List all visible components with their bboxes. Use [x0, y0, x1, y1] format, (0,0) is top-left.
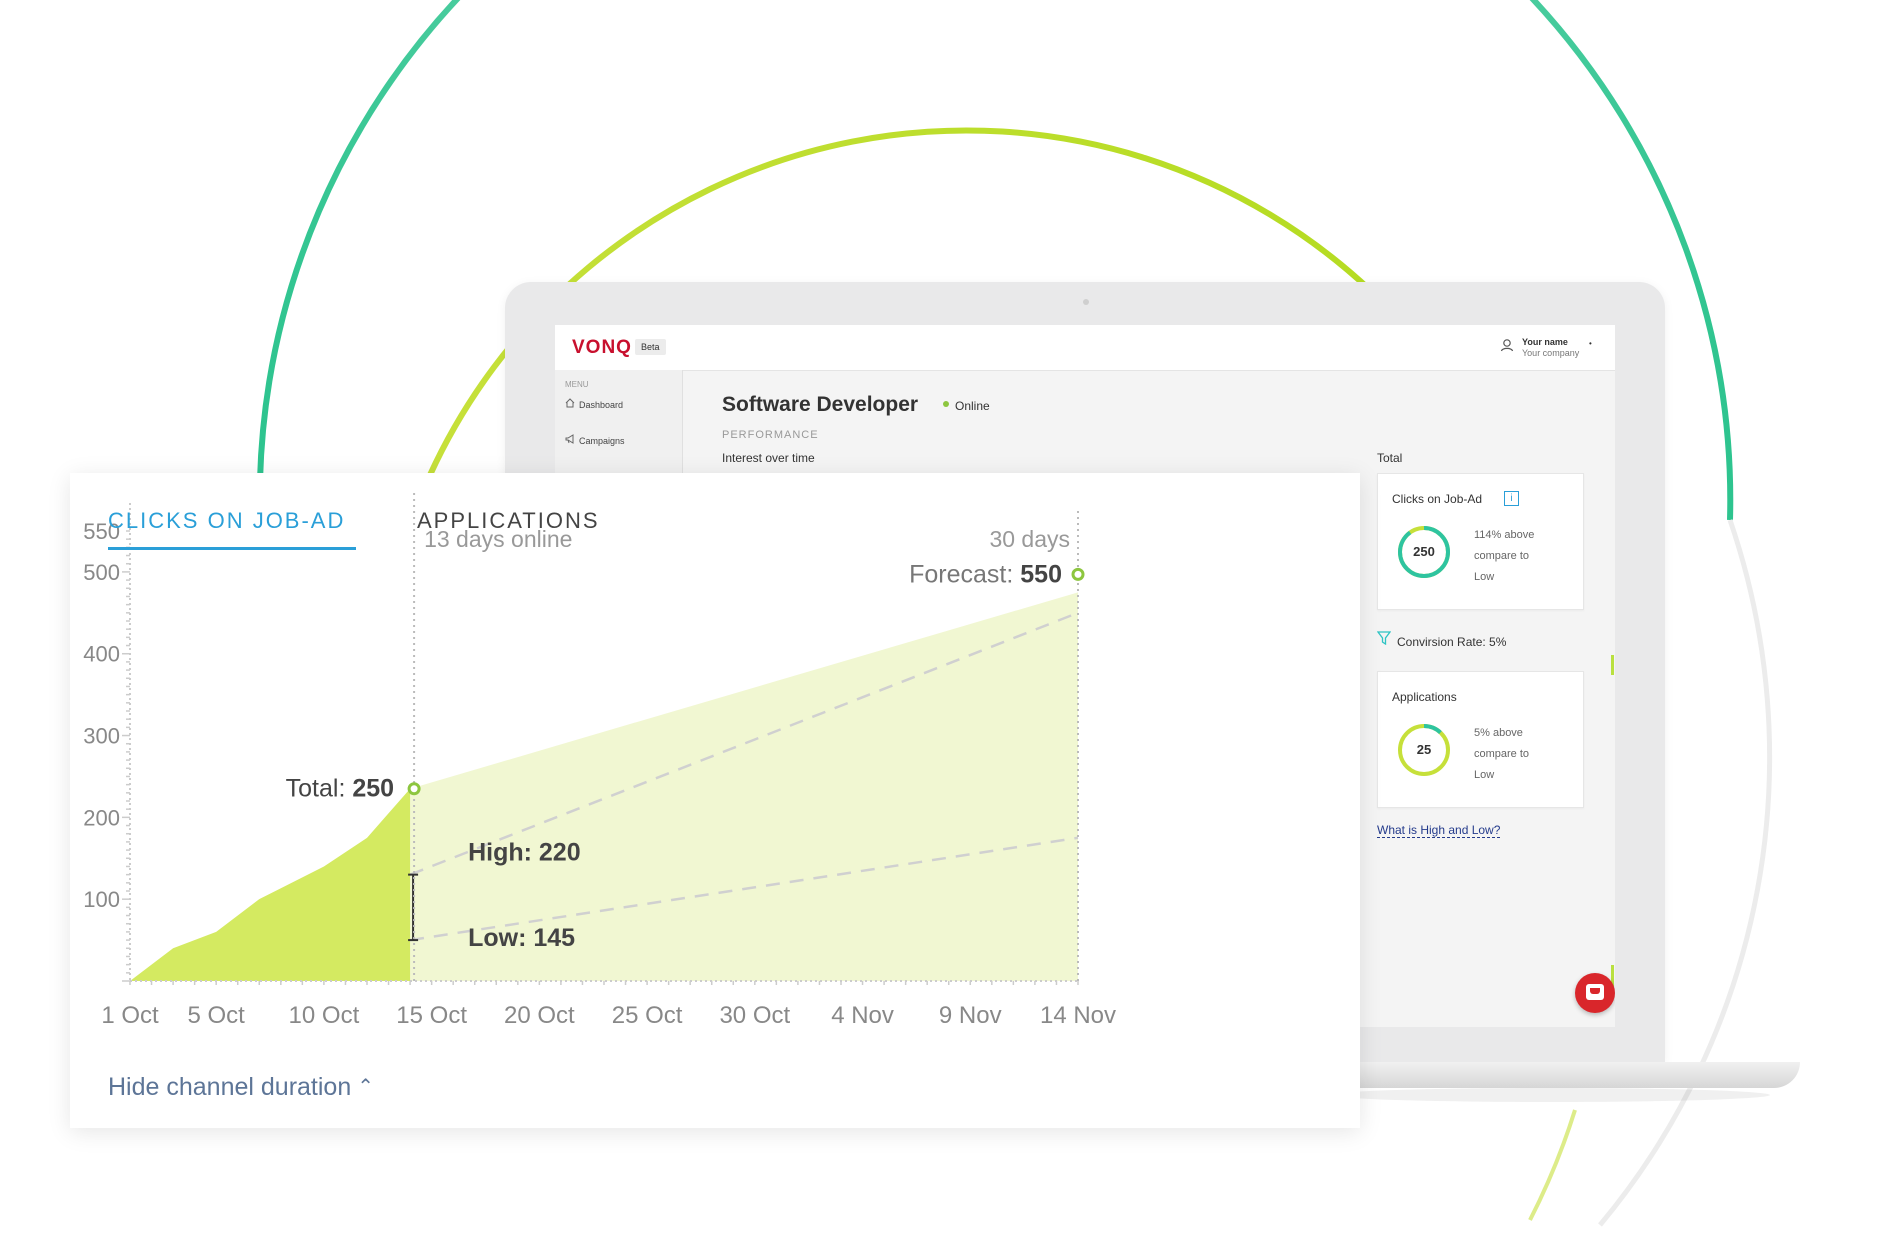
- applications-value: 25: [1416, 742, 1432, 757]
- forecast-area: [410, 592, 1078, 981]
- conversion-rate: Convirsion Rate: 5%: [1397, 635, 1507, 649]
- y-tick-label: 400: [83, 642, 120, 667]
- hide-channel-duration-link[interactable]: Hide channel duration ⌃: [108, 1073, 374, 1102]
- card-line: Low: [1474, 571, 1495, 583]
- x-tick-label: 10 Oct: [289, 1002, 360, 1029]
- high-low-help-link[interactable]: What is High and Low?: [1377, 823, 1501, 838]
- forecast-label-text: Forecast:: [909, 560, 1020, 588]
- card-line: compare to: [1474, 550, 1530, 562]
- inner-arc-lower: [1528, 1109, 1577, 1221]
- card-line: compare to: [1474, 748, 1530, 760]
- sidebar-item-label: Campaigns: [579, 436, 625, 446]
- high-annotation: High: 220: [468, 839, 581, 867]
- sidebar-item-campaigns[interactable]: Campaigns: [565, 434, 625, 446]
- chart-card: 100 200 300 400 500 550 1 Oct 5 Oct 10 Oct 15 Oct…: [70, 473, 1360, 1128]
- applications-card: Applications 25 5% above compare to Low: [1377, 671, 1584, 808]
- y-tick-label: 100: [83, 887, 120, 912]
- x-tick-label: 1 Oct: [101, 1002, 159, 1029]
- section-label: PERFORMANCE: [722, 429, 819, 441]
- total-value: 250: [352, 775, 394, 803]
- page-title: Software Developer: [722, 393, 919, 416]
- tab-applications[interactable]: APPLICATIONS: [417, 508, 600, 534]
- card-line: 114% above: [1474, 529, 1535, 541]
- end-days-label: 30 days: [989, 526, 1070, 552]
- clicks-card: Clicks on Job-Ad i 250 114% above compar…: [1377, 473, 1584, 610]
- chat-icon-detail: [1590, 988, 1600, 994]
- active-tab-underline: [108, 547, 356, 550]
- total-area: [130, 788, 411, 981]
- clicks-chart: 100 200 300 400 500 550 1 Oct 5 Oct 10 Oct 15 Oct…: [83, 493, 1116, 1029]
- sidebar-item-label: Dashboard: [579, 400, 624, 410]
- card-title: Applications: [1392, 690, 1457, 704]
- megaphone-icon: [565, 434, 579, 446]
- y-tick-label: 500: [83, 560, 120, 585]
- sidebar-item-dashboard[interactable]: Dashboard: [565, 398, 623, 410]
- card-title: Clicks on Job-Ad: [1392, 492, 1483, 506]
- forecast-value: 550: [1020, 560, 1062, 588]
- total-annotation: Total: 250: [286, 775, 394, 803]
- card-line: Low: [1474, 769, 1495, 781]
- x-tick-label: 5 Oct: [188, 1002, 246, 1029]
- user-name[interactable]: Your name: [1522, 337, 1568, 347]
- x-tick-label: 15 Oct: [396, 1002, 467, 1029]
- card-line: 5% above: [1474, 727, 1523, 739]
- clicks-value: 250: [1413, 544, 1435, 559]
- tab-clicks-on-job-ad[interactable]: CLICKS ON JOB-AD: [108, 508, 345, 534]
- x-tick-label: 25 Oct: [612, 1002, 683, 1029]
- beta-badge: Beta: [635, 339, 666, 355]
- low-annotation: Low: 145: [468, 924, 575, 952]
- x-tick-label: 9 Nov: [939, 1002, 1002, 1029]
- total-label-text: Total:: [286, 775, 353, 803]
- total-point: [407, 782, 421, 796]
- menu-label: MENU: [565, 380, 589, 389]
- accent-bar: [1611, 655, 1614, 675]
- forecast-annotation: Forecast: 550: [909, 560, 1062, 588]
- x-tick-label: 4 Nov: [831, 1002, 894, 1029]
- chart-subtitle: Interest over time: [722, 451, 815, 465]
- home-icon: [565, 398, 579, 410]
- y-tick-label: 200: [83, 805, 120, 830]
- hide-link-label: Hide channel duration: [108, 1073, 352, 1101]
- total-label: Total: [1377, 451, 1403, 465]
- y-tick-label: 300: [83, 724, 120, 749]
- online-status-dot: [943, 401, 949, 407]
- top-bar: VONQ Beta Your name Your company •: [555, 325, 1615, 371]
- online-status: Online: [955, 399, 990, 413]
- x-tick-label: 14 Nov: [1040, 1002, 1116, 1029]
- x-tick-label: 30 Oct: [719, 1002, 790, 1029]
- laptop-camera: [1083, 299, 1089, 305]
- user-menu-caret[interactable]: •: [1589, 339, 1592, 348]
- user-icon[interactable]: [1500, 338, 1514, 352]
- user-company: Your company: [1522, 348, 1580, 358]
- laptop-shadow: [1330, 1088, 1770, 1102]
- filter-icon: [1377, 631, 1391, 645]
- double-chevron-up-icon: ⌃: [357, 1076, 374, 1098]
- laptop-base: [1320, 1062, 1800, 1088]
- vonq-logo[interactable]: VONQ: [572, 337, 632, 359]
- x-tick-label: 20 Oct: [504, 1002, 575, 1029]
- info-icon[interactable]: i: [1504, 491, 1519, 506]
- chat-button[interactable]: [1575, 973, 1615, 1013]
- forecast-point: [1071, 567, 1085, 581]
